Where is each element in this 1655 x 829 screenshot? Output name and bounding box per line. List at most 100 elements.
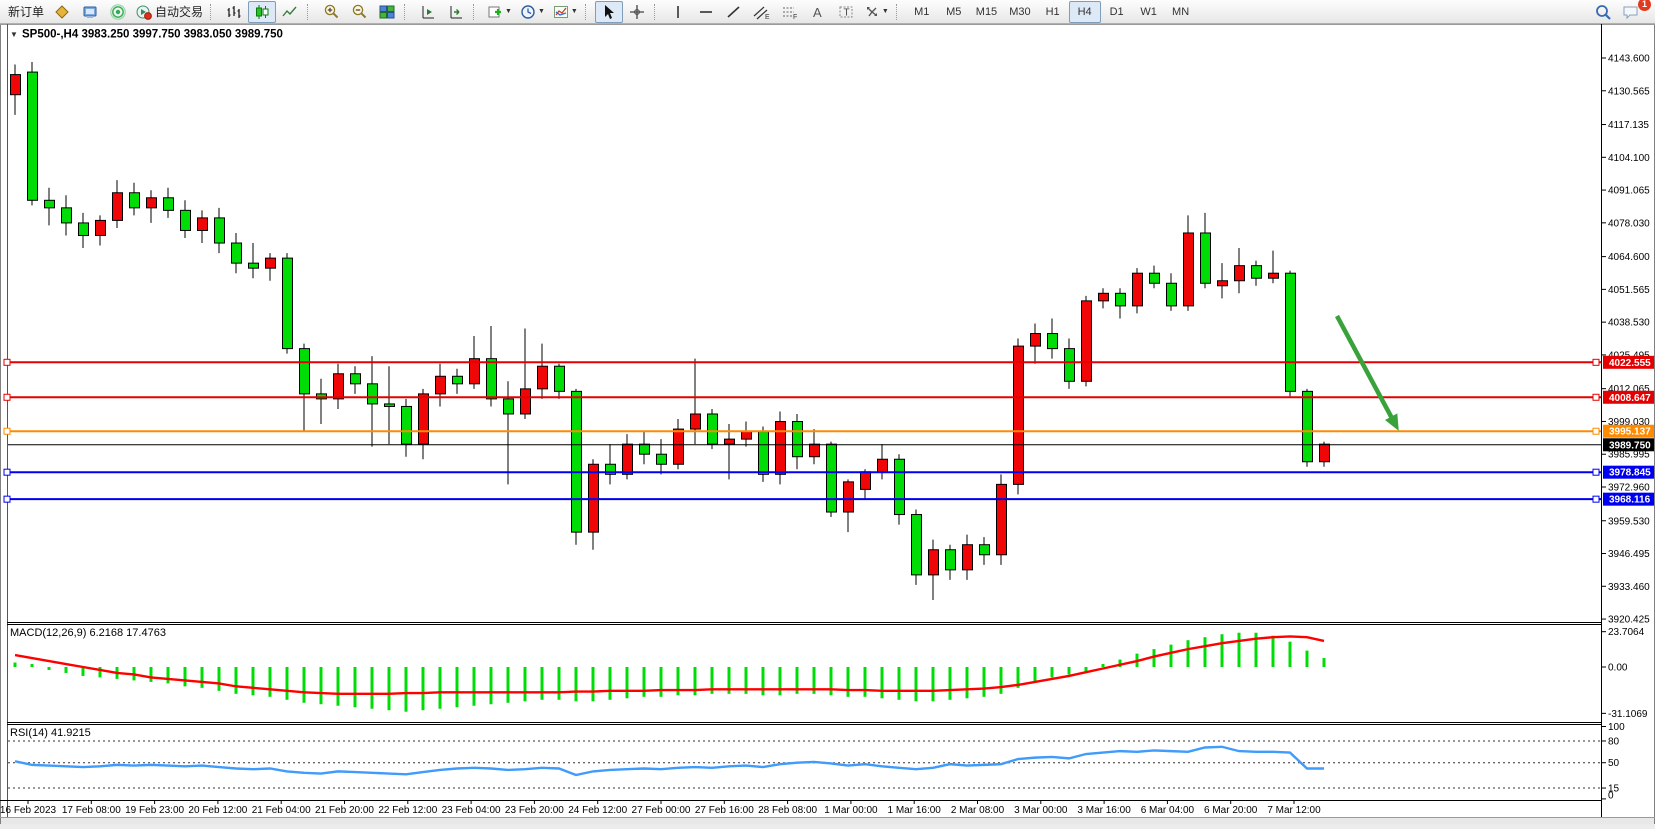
line-handle-right[interactable] [1593,428,1599,434]
candle-body [1116,293,1126,306]
macd-label: MACD(12,26,9) 6.2168 17.4763 [10,627,166,639]
new-order-button[interactable]: 新订单 [4,1,48,23]
chart-window: 4143.6004130.5654117.1354104.1004091.065… [0,24,1655,824]
time-tick-label: 16 Feb 2023 [0,805,57,816]
price-chart: 4143.6004130.5654117.1354104.1004091.065… [0,24,1655,824]
candle-body [623,444,633,474]
candle-body [1235,266,1245,281]
horizontal-line-tool-icon[interactable] [692,1,720,23]
line-handle-right[interactable] [1593,394,1599,400]
time-tick-label: 21 Feb 04:00 [252,805,311,816]
cursor-tool-icon[interactable] [595,1,623,23]
crosshair-tool-icon[interactable] [623,1,651,23]
time-tick-label: 6 Mar 20:00 [1204,805,1258,816]
candle-body [113,193,123,221]
timeframe-button-m1[interactable]: M1 [906,1,938,23]
text-tool-icon[interactable]: A [804,1,832,23]
auto-trading-button[interactable]: 自动交易 [132,1,207,23]
line-handle-left[interactable] [4,469,10,475]
timeframe-button-m5[interactable]: M5 [938,1,970,23]
candle-body [62,208,72,223]
candle-body [419,394,429,444]
level-price-label-2-text: 3995.137 [1609,427,1651,438]
timeframe-button-m15[interactable]: M15 [970,1,1003,23]
candle-body [1320,444,1330,462]
level-price-label-3: 3978.845 [1603,466,1654,479]
candle-body [28,72,38,200]
candle-body [640,444,650,454]
line-handle-right[interactable] [1593,469,1599,475]
vertical-line-tool-icon[interactable] [664,1,692,23]
line-handle-left[interactable] [4,428,10,434]
timeframe-button-h1[interactable]: H1 [1037,1,1069,23]
broadcast-icon[interactable] [104,1,132,23]
level-price-label-1-text: 4008.647 [1609,393,1651,404]
candle-body [980,545,990,555]
auto-arrange-icon[interactable] [414,1,442,23]
candle-body [79,223,89,236]
candle-body [725,439,735,444]
time-tick-label: 22 Feb 12:00 [378,805,437,816]
bar-chart-mode-icon[interactable] [220,1,248,23]
candle-body [181,210,191,230]
price-tick-label: 4064.600 [1608,252,1650,263]
candle-body [538,366,548,389]
tile-windows-icon[interactable] [373,1,401,23]
timeframe-button-h4[interactable]: H4 [1069,1,1101,23]
rsi-label: RSI(14) 41.9215 [10,727,91,739]
channel-tool-icon[interactable]: E [748,1,776,23]
timeframe-group: M1M5M15M30H1H4D1W1MN [906,1,1197,23]
candlestick-mode-icon[interactable] [248,1,276,23]
candle-body [844,482,854,512]
svg-text:T: T [843,7,849,18]
price-tick-label: 4104.100 [1608,153,1650,164]
toolbar-separator [896,4,902,20]
line-handle-right[interactable] [1593,496,1599,502]
level-price-label-2: 3995.137 [1603,425,1654,438]
candle-body [402,406,412,444]
toolbar-separator [307,4,313,20]
zoom-in-icon[interactable] [317,1,345,23]
zoom-out-icon[interactable] [345,1,373,23]
market-watch-icon[interactable] [76,1,104,23]
line-handle-left[interactable] [4,359,10,365]
period-clock-button[interactable]: ▼ [516,1,549,23]
chart-shift-icon[interactable] [442,1,470,23]
price-tick-label: 4091.065 [1608,186,1650,197]
search-icon[interactable] [1589,1,1617,23]
gold-diamond-icon[interactable] [48,1,76,23]
candle-body [912,515,922,575]
timeframe-button-m30[interactable]: M30 [1003,1,1036,23]
arrows-tool-icon[interactable]: ▼ [860,1,893,23]
candle-body [674,429,684,464]
notifications-button[interactable]: 1 [1617,1,1645,23]
indicators-button[interactable]: ▼ [549,1,582,23]
text-label-tool-icon[interactable]: T [832,1,860,23]
candle-body [1150,273,1160,283]
candle-body [1252,266,1262,279]
timeframe-button-d1[interactable]: D1 [1101,1,1133,23]
trendline-tool-icon[interactable] [720,1,748,23]
line-handle-left[interactable] [4,496,10,502]
chart-menu-triangle[interactable]: ▼ [10,30,18,39]
candle-body [1048,334,1058,349]
price-tick-label: 4038.530 [1608,318,1650,329]
level-price-label-1: 4008.647 [1603,391,1654,404]
fibonacci-tool-icon[interactable]: F [776,1,804,23]
line-handle-left[interactable] [4,394,10,400]
timeframe-button-w1[interactable]: W1 [1133,1,1165,23]
candle-body [11,75,21,95]
candle-body [555,366,565,391]
price-tick-label: 3959.530 [1608,516,1650,527]
candle-body [572,391,582,532]
price-tick-label: 4130.565 [1608,86,1650,97]
line-chart-mode-icon[interactable] [276,1,304,23]
new-chart-button[interactable]: ▼ [483,1,516,23]
time-tick-label: 28 Feb 08:00 [758,805,817,816]
chevron-down-icon: ▼ [505,8,512,15]
candle-body [997,484,1007,554]
line-handle-right[interactable] [1593,359,1599,365]
candle-body [130,193,140,208]
timeframe-button-mn[interactable]: MN [1165,1,1197,23]
candle-body [793,422,803,457]
